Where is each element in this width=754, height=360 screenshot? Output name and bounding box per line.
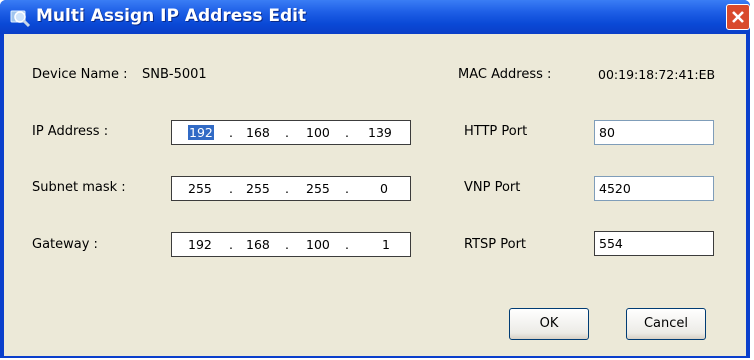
ip-address-label: IP Address : xyxy=(32,124,109,139)
cancel-button[interactable]: Cancel xyxy=(626,308,706,340)
rtsp-port-label: RTSP Port xyxy=(464,237,527,252)
subnet-mask-input[interactable]: 255 . 255 . 255 . 0 xyxy=(171,176,411,201)
gateway-dot: . xyxy=(285,237,289,252)
dialog-window: Multi Assign IP Address Edit Device Name… xyxy=(0,0,750,358)
close-button[interactable] xyxy=(726,4,750,30)
gateway-label: Gateway : xyxy=(32,237,98,252)
subnet-dot: . xyxy=(345,181,349,196)
dialog-body: Device Name : SNB-5001 IP Address : 192 … xyxy=(4,34,746,356)
rtsp-port-input[interactable]: 554 xyxy=(594,231,714,256)
ip-octet-3[interactable]: 100 xyxy=(306,125,330,140)
subnet-octet-1[interactable]: 255 xyxy=(188,181,212,196)
ip-octet-2[interactable]: 168 xyxy=(246,125,270,140)
subnet-octet-4[interactable]: 0 xyxy=(380,181,388,196)
window-title: Multi Assign IP Address Edit xyxy=(36,6,307,26)
vnp-port-input[interactable]: 4520 xyxy=(594,176,714,201)
subnet-dot: . xyxy=(229,181,233,196)
gateway-octet-4[interactable]: 1 xyxy=(382,237,390,252)
http-port-label: HTTP Port xyxy=(464,124,528,139)
magnifier-icon xyxy=(10,10,31,28)
ip-octet-1[interactable]: 192 xyxy=(188,125,214,140)
gateway-dot: . xyxy=(229,237,233,252)
mac-address-label: MAC Address : xyxy=(458,67,552,82)
device-name-label: Device Name : xyxy=(32,67,128,82)
subnet-dot: . xyxy=(285,181,289,196)
gateway-octet-1[interactable]: 192 xyxy=(188,237,212,252)
vnp-port-label: VNP Port xyxy=(464,180,521,195)
close-icon xyxy=(732,11,744,23)
ok-button[interactable]: OK xyxy=(509,308,589,340)
gateway-dot: . xyxy=(345,237,349,252)
ip-dot: . xyxy=(285,125,289,140)
http-port-input[interactable]: 80 xyxy=(594,120,714,145)
ip-dot: . xyxy=(345,125,349,140)
ip-dot: . xyxy=(229,125,233,140)
gateway-octet-2[interactable]: 168 xyxy=(246,237,270,252)
mac-address-value: 00:19:18:72:41:EB xyxy=(598,67,716,82)
device-name-value: SNB-5001 xyxy=(142,67,207,82)
gateway-octet-3[interactable]: 100 xyxy=(306,237,330,252)
ip-address-input[interactable]: 192 . 168 . 100 . 139 xyxy=(171,120,411,145)
ip-octet-4[interactable]: 139 xyxy=(368,125,392,140)
subnet-octet-2[interactable]: 255 xyxy=(246,181,270,196)
gateway-input[interactable]: 192 . 168 . 100 . 1 xyxy=(171,232,411,257)
title-bar[interactable]: Multi Assign IP Address Edit xyxy=(0,0,750,34)
subnet-mask-label: Subnet mask : xyxy=(32,180,126,195)
subnet-octet-3[interactable]: 255 xyxy=(306,181,330,196)
